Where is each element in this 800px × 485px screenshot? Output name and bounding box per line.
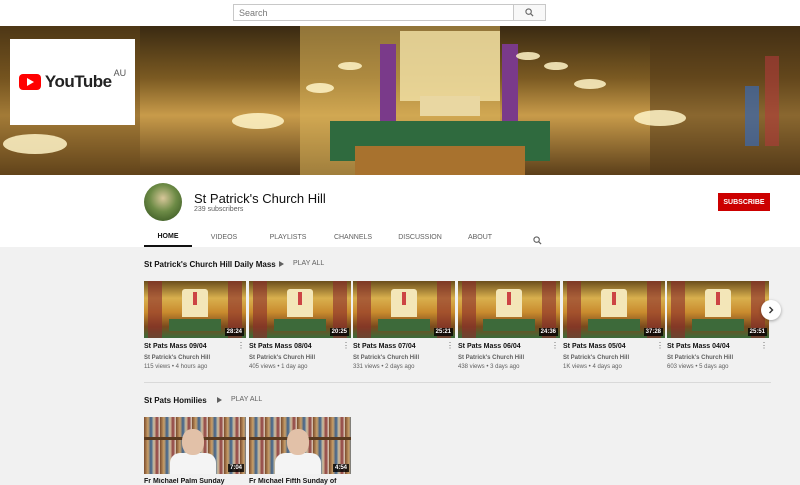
video-meta: 115 views • 4 hours ago: [144, 364, 208, 370]
subscriber-count: 239 subscribers: [194, 206, 244, 213]
search-icon: [533, 236, 542, 245]
video-meta: 438 views • 3 days ago: [458, 364, 520, 370]
video-thumbnail[interactable]: 28:24: [144, 281, 246, 338]
channel-avatar[interactable]: [144, 183, 182, 221]
video-title[interactable]: St Pats Mass 06/04: [458, 343, 546, 350]
video-meta: 1K views • 4 days ago: [563, 364, 622, 370]
video-channel[interactable]: St Patrick's Church Hill: [353, 355, 419, 361]
youtube-logo-mark: YouTube AU: [18, 68, 126, 92]
more-vert-icon[interactable]: ⋮: [551, 342, 559, 350]
video-title[interactable]: St Pats Mass 09/04: [144, 343, 232, 350]
more-vert-icon[interactable]: ⋮: [237, 342, 245, 350]
channel-tabs: HOME VIDEOS PLAYLISTS CHANNELS DISCUSSIO…: [144, 227, 506, 247]
tab-home[interactable]: HOME: [144, 227, 192, 247]
video-duration: 20:25: [329, 328, 349, 336]
play-all-label: PLAY ALL: [231, 396, 263, 403]
video-thumbnail[interactable]: 24:36: [458, 281, 560, 338]
more-vert-icon[interactable]: ⋮: [760, 342, 768, 350]
video-meta: 331 views • 2 days ago: [353, 364, 415, 370]
search-input[interactable]: [233, 4, 514, 21]
video-thumbnail[interactable]: 20:25: [249, 281, 351, 338]
play-icon: [217, 396, 222, 403]
video-channel[interactable]: St Patrick's Church Hill: [249, 355, 315, 361]
youtube-play-icon: [18, 74, 41, 90]
video-duration: 7:04: [227, 464, 244, 472]
section-divider: [144, 382, 771, 383]
channel-search-button[interactable]: [533, 232, 542, 250]
shelf-title-homilies[interactable]: St Pats Homilies: [144, 396, 207, 405]
play-all-daily-mass[interactable]: PLAY ALL: [279, 260, 324, 267]
shelf-title-daily-mass[interactable]: St Patrick's Church Hill Daily Mass: [144, 260, 276, 269]
video-duration: 4:54: [332, 464, 349, 472]
play-all-label: PLAY ALL: [293, 260, 325, 267]
tab-videos[interactable]: VIDEOS: [192, 227, 256, 247]
channel-header: St Patrick's Church Hill 239 subscribers…: [0, 175, 800, 247]
tab-playlists[interactable]: PLAYLISTS: [256, 227, 320, 247]
video-title[interactable]: St Pats Mass 05/04: [563, 343, 651, 350]
youtube-logo[interactable]: YouTube AU: [10, 39, 135, 125]
video-channel[interactable]: St Patrick's Church Hill: [667, 355, 733, 361]
play-icon: [279, 260, 284, 267]
video-thumbnail[interactable]: 4:54: [249, 417, 351, 474]
more-vert-icon[interactable]: ⋮: [656, 342, 664, 350]
play-all-homilies[interactable]: PLAY ALL: [217, 396, 262, 403]
video-meta: 603 views • 5 days ago: [667, 364, 729, 370]
video-thumbnail[interactable]: 25:51: [667, 281, 769, 338]
video-channel[interactable]: St Patrick's Church Hill: [458, 355, 524, 361]
video-thumbnail[interactable]: 25:21: [353, 281, 455, 338]
more-vert-icon[interactable]: ⋮: [342, 342, 350, 350]
search-icon: [525, 8, 534, 17]
video-duration: 37:28: [643, 328, 663, 336]
channel-name: St Patrick's Church Hill: [194, 191, 326, 206]
more-vert-icon[interactable]: ⋮: [446, 342, 454, 350]
video-duration: 28:24: [224, 328, 244, 336]
video-meta: 405 views • 1 day ago: [249, 364, 308, 370]
video-thumbnail[interactable]: 7:04: [144, 417, 246, 474]
video-duration: 24:36: [538, 328, 558, 336]
channel-banner: YouTube AU: [0, 26, 800, 175]
subscribe-button[interactable]: SUBSCRIBE: [718, 193, 770, 211]
video-duration: 25:21: [433, 328, 453, 336]
tab-channels[interactable]: CHANNELS: [320, 227, 386, 247]
search-box: [233, 4, 546, 21]
video-title[interactable]: St Pats Mass 08/04: [249, 343, 337, 350]
search-button[interactable]: [514, 4, 546, 21]
shelf-next-button[interactable]: [761, 300, 781, 320]
top-bar: [0, 0, 800, 26]
video-channel[interactable]: St Patrick's Church Hill: [144, 355, 210, 361]
video-title[interactable]: St Pats Mass 04/04: [667, 343, 755, 350]
video-duration: 25:51: [747, 328, 767, 336]
video-channel[interactable]: St Patrick's Church Hill: [563, 355, 629, 361]
tab-about[interactable]: ABOUT: [454, 227, 506, 247]
chevron-right-icon: [769, 306, 774, 314]
tab-discussion[interactable]: DISCUSSION: [386, 227, 454, 247]
youtube-region: AU: [113, 68, 127, 78]
video-title[interactable]: St Pats Mass 07/04: [353, 343, 441, 350]
youtube-wordmark: YouTube: [44, 72, 112, 91]
video-thumbnail[interactable]: 37:28: [563, 281, 665, 338]
